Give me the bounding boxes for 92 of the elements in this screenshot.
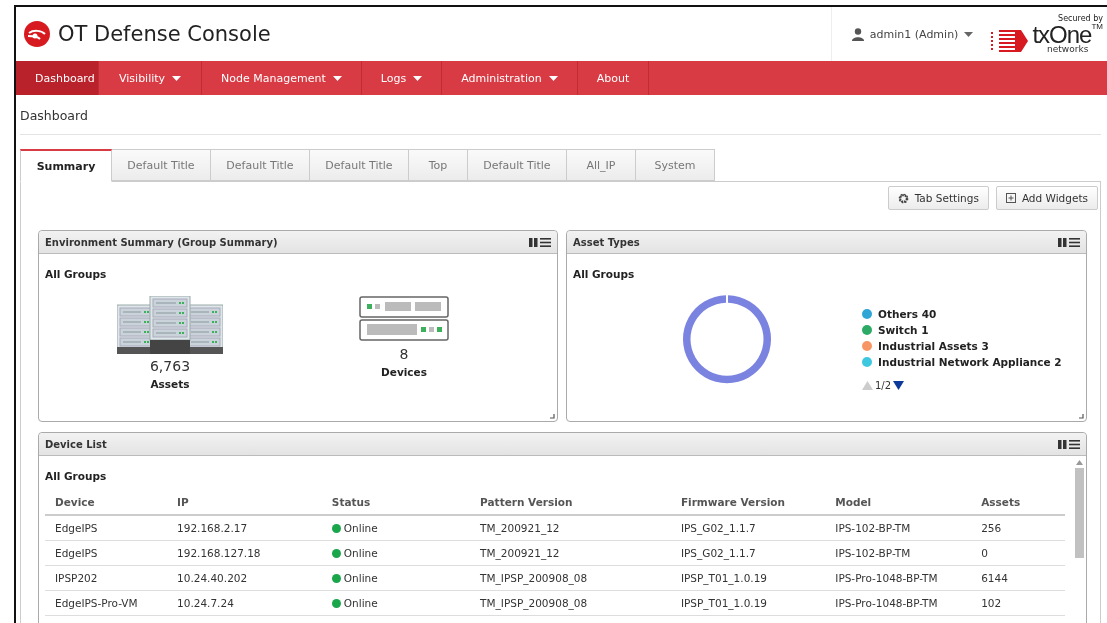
resize-handle-icon[interactable] xyxy=(550,414,555,419)
tab[interactable]: Default Title xyxy=(211,149,310,181)
table-cell: TM_200921_12 xyxy=(470,540,671,566)
tab[interactable]: Default Title xyxy=(310,149,409,181)
page-indicator: 1/2 xyxy=(875,380,892,391)
legend-label: Others 40 xyxy=(878,308,937,320)
panel-title: Environment Summary (Group Summary) xyxy=(45,236,278,248)
caret-icon xyxy=(964,31,974,37)
table-cell: EdgeIPS-Pro-VM xyxy=(45,590,168,616)
table-cell: Online xyxy=(343,547,378,559)
table-cell: Online xyxy=(343,597,378,609)
column-header[interactable]: Assets xyxy=(971,490,1065,515)
panel-title: Asset Types xyxy=(573,236,640,248)
table-cell: IPSP_T01_1.0.19 xyxy=(670,565,826,591)
caret-icon xyxy=(172,75,182,81)
nav-item[interactable]: Dashboard xyxy=(16,61,99,95)
column-header[interactable]: Status xyxy=(321,490,471,515)
nav-item[interactable]: Administration xyxy=(442,61,578,95)
table-cell: 102 xyxy=(971,590,1065,616)
stat-value: 6,763 xyxy=(149,358,191,374)
legend-label: Industrial Network Appliance 2 xyxy=(878,356,1062,368)
column-header[interactable]: Device xyxy=(45,490,168,515)
table-cell: IPSP202 xyxy=(45,565,168,591)
tab[interactable]: Summary xyxy=(20,149,112,182)
table-cell: IPSP_T01_1.0.19 xyxy=(670,590,826,616)
layout-icon[interactable] xyxy=(1058,237,1067,247)
nav-item[interactable]: About xyxy=(577,61,650,95)
panel-title: Device List xyxy=(45,438,107,450)
app-title: OT Defense Console xyxy=(58,22,272,46)
settings-icon xyxy=(897,192,909,204)
group-label: All Groups xyxy=(45,470,107,482)
nav-item[interactable]: Logs xyxy=(361,61,443,95)
page-down-icon[interactable] xyxy=(893,381,905,390)
brand-subtitle: networks xyxy=(1047,44,1089,54)
tab[interactable]: Default Title xyxy=(468,149,567,181)
table-cell: EdgeIPS xyxy=(45,540,168,566)
table-cell: 10.24.7.24 xyxy=(167,590,322,616)
tab[interactable]: Default Title xyxy=(112,149,211,181)
column-header[interactable]: Model xyxy=(825,490,972,515)
layout-icon[interactable] xyxy=(1058,439,1067,449)
tab[interactable]: Top xyxy=(409,149,468,181)
table-cell: IPS_G02_1.1.7 xyxy=(670,540,826,566)
resize-handle-icon[interactable] xyxy=(1079,414,1084,419)
plus-box-icon xyxy=(1005,193,1016,203)
nav-item[interactable]: Node Management xyxy=(202,61,362,95)
table-cell: IPS-102-BP-TM xyxy=(825,515,972,541)
table-cell: 256 xyxy=(971,515,1065,541)
brand-tagline: Secured by xyxy=(1058,14,1103,23)
table-cell: TM_IPSP_200908_08 xyxy=(470,590,671,616)
logo-icon xyxy=(24,21,50,47)
stat-label: Devices xyxy=(381,366,427,378)
table-cell: 10.24.40.202 xyxy=(167,565,322,591)
group-label: All Groups xyxy=(45,268,107,280)
layout-icon[interactable] xyxy=(529,237,538,247)
caret-icon xyxy=(332,75,342,81)
add-widgets-button[interactable]: Add Widgets xyxy=(995,186,1098,210)
tab[interactable]: All_IP xyxy=(567,149,636,181)
page-heading: Dashboard xyxy=(20,108,88,123)
menu-icon[interactable] xyxy=(1069,237,1080,247)
table-cell: 192.168.2.17 xyxy=(167,515,322,541)
table-cell: Online xyxy=(343,572,378,584)
brand-logo-icon xyxy=(991,27,1030,54)
table-cell: TM_IPSP_200908_08 xyxy=(470,565,671,591)
table-cell: 6144 xyxy=(971,565,1065,591)
user-icon xyxy=(851,27,864,41)
table-cell: 0 xyxy=(971,540,1065,566)
menu-icon[interactable] xyxy=(1069,439,1080,449)
table-cell: Online xyxy=(343,522,378,534)
legend-label: Industrial Assets 3 xyxy=(878,340,989,352)
user-menu[interactable]: admin1 (Admin) xyxy=(869,27,959,41)
table-cell: TM_200921_12 xyxy=(470,515,671,541)
table-cell: 192.168.127.18 xyxy=(167,540,322,566)
column-header[interactable]: Firmware Version xyxy=(670,490,826,515)
column-header[interactable]: Pattern Version xyxy=(470,490,671,515)
stat-label: Assets xyxy=(150,378,190,390)
table-cell: IPS_G02_1.1.7 xyxy=(670,515,826,541)
caret-icon xyxy=(413,75,423,81)
group-label: All Groups xyxy=(573,268,635,280)
stat-value: 8 xyxy=(399,346,409,362)
tab[interactable]: System xyxy=(636,149,715,181)
table-cell: EdgeIPS xyxy=(45,515,168,541)
tab-settings-button[interactable]: Tab Settings xyxy=(887,186,989,210)
table-cell: IPS-Pro-1048-BP-TM xyxy=(825,565,972,591)
menu-icon[interactable] xyxy=(540,237,551,247)
table-cell: IPS-102-BP-TM xyxy=(825,540,972,566)
legend-label: Switch 1 xyxy=(878,324,929,336)
scroll-up-icon[interactable] xyxy=(1075,460,1083,465)
nav-item[interactable]: Visibility xyxy=(99,61,203,95)
scroll-thumb[interactable] xyxy=(1074,468,1084,558)
table-cell: IPS-Pro-1048-BP-TM xyxy=(825,590,972,616)
caret-icon xyxy=(548,75,558,81)
column-header[interactable]: IP xyxy=(167,490,322,515)
